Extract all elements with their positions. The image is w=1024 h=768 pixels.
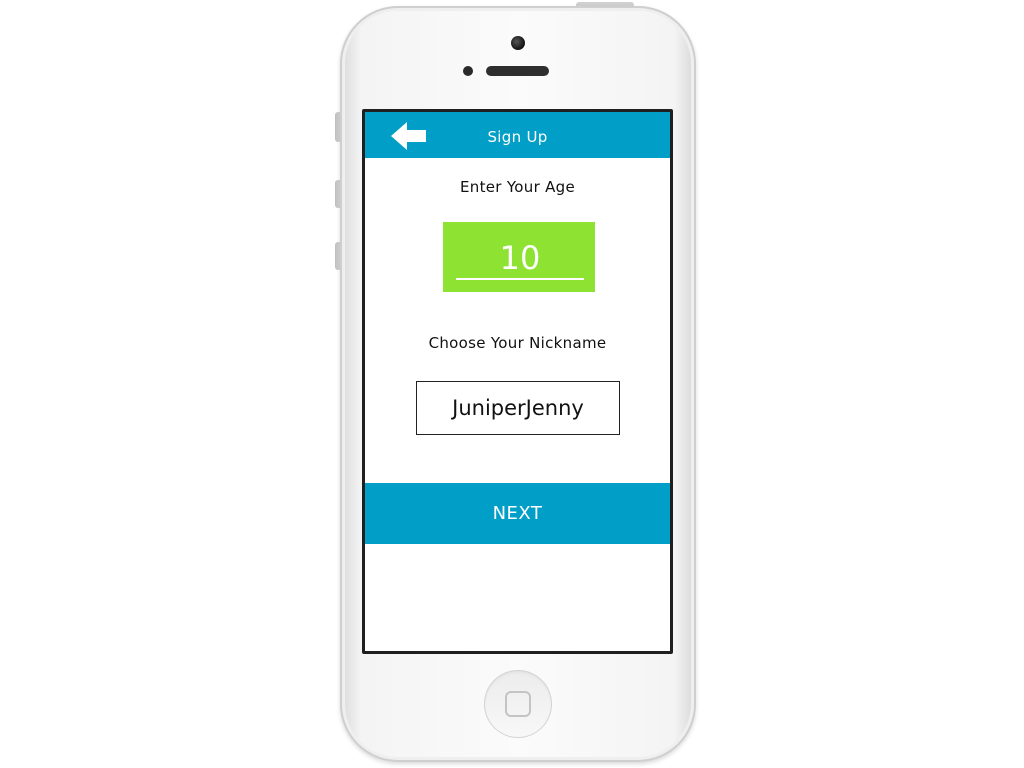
- home-button[interactable]: [484, 670, 552, 738]
- next-button[interactable]: NEXT: [365, 483, 670, 544]
- nickname-label: Choose Your Nickname: [428, 334, 607, 352]
- app-header: Sign Up: [365, 112, 670, 158]
- nickname-input[interactable]: [416, 381, 620, 435]
- back-button[interactable]: [389, 121, 429, 151]
- age-input[interactable]: [456, 236, 584, 280]
- arrow-left-icon: [391, 122, 426, 150]
- app-screen: Sign Up Enter Your Age Choose Your Nickn…: [362, 109, 673, 654]
- earpiece-speaker: [486, 66, 549, 76]
- home-square-icon: [505, 691, 531, 717]
- proximity-sensor: [463, 66, 473, 76]
- age-label: Enter Your Age: [459, 178, 576, 196]
- stage: Sign Up Enter Your Age Choose Your Nickn…: [0, 0, 1024, 768]
- age-field-container: [443, 222, 595, 292]
- front-camera: [511, 36, 525, 50]
